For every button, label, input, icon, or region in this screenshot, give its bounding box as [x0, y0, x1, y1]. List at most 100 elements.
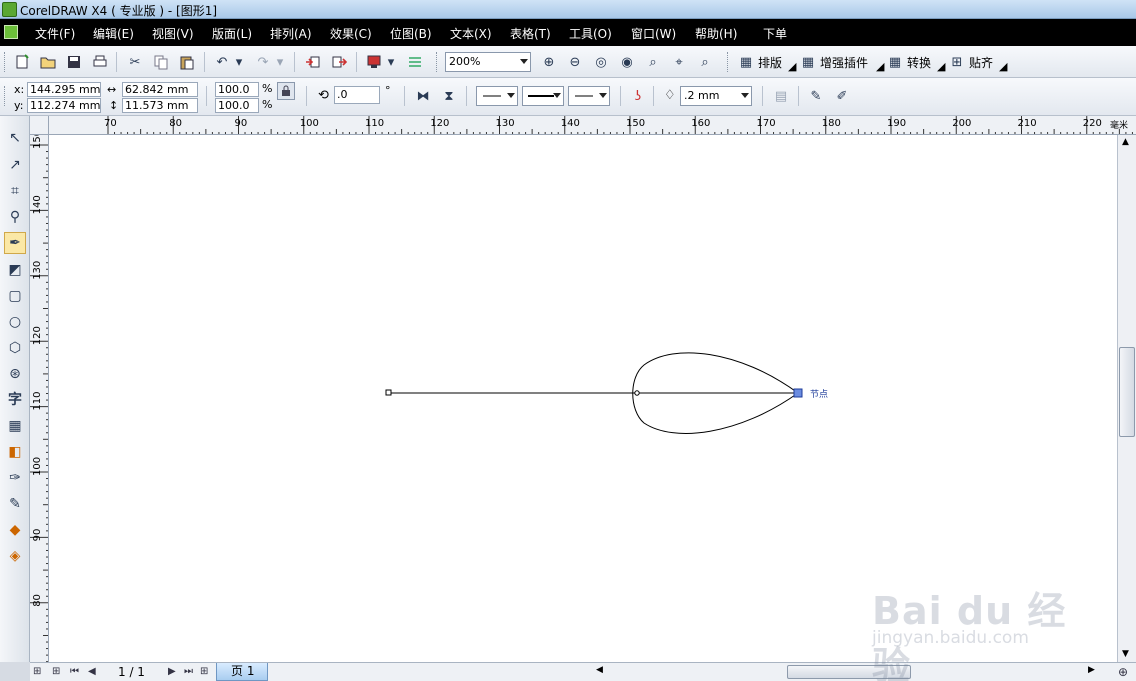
- vertical-scroll-thumb[interactable]: [1119, 347, 1135, 437]
- start-arrowhead-selector[interactable]: [476, 86, 518, 106]
- polygon-tool-icon[interactable]: ⬡: [4, 337, 26, 359]
- zoom-out-icon[interactable]: ⊖: [564, 51, 586, 73]
- scale-y-field[interactable]: 100.0: [215, 98, 259, 113]
- plugin-enhance-label[interactable]: 增强插件: [820, 54, 868, 71]
- toolbar-grip[interactable]: [4, 52, 7, 72]
- scale-x-field[interactable]: 100.0: [215, 82, 259, 97]
- shape-tool-icon[interactable]: ↗: [4, 154, 26, 176]
- menu-view[interactable]: 视图(V): [152, 25, 194, 42]
- zoom-level-combo[interactable]: 200%: [445, 52, 531, 72]
- snap-plugin-icon[interactable]: ⊞: [946, 51, 968, 73]
- options-icon[interactable]: [404, 51, 426, 73]
- zoom-in-icon[interactable]: ⊕: [538, 51, 560, 73]
- y-position-field[interactable]: 112.274 mm: [27, 98, 101, 113]
- layout-plugin-icon[interactable]: ▦: [735, 51, 757, 73]
- chevron-down-icon[interactable]: ◢: [788, 60, 796, 73]
- save-icon[interactable]: [63, 51, 85, 73]
- drawing-canvas[interactable]: 节点: [49, 135, 1117, 662]
- copy-icon[interactable]: [150, 51, 172, 73]
- menu-text[interactable]: 文本(X): [450, 25, 492, 42]
- table-tool-icon[interactable]: ▦: [4, 415, 26, 437]
- freehand-smoothing-icon[interactable]: ✐: [831, 85, 853, 107]
- add-page-after-icon[interactable]: ⊞: [200, 666, 208, 677]
- ellipse-tool-icon[interactable]: ○: [4, 311, 26, 333]
- vertical-ruler[interactable]: 150 140 130 120 110 100 90 80: [30, 135, 49, 662]
- last-page-icon[interactable]: ⏭: [184, 666, 193, 677]
- menu-layout[interactable]: 版面(L): [212, 25, 252, 42]
- pick-tool-icon[interactable]: ↖: [4, 127, 26, 149]
- height-field[interactable]: 11.573 mm: [122, 98, 198, 113]
- next-page-icon[interactable]: ▶: [168, 666, 176, 677]
- start-node[interactable]: [385, 389, 392, 396]
- plugin-snap-label[interactable]: 贴齐: [969, 54, 993, 71]
- convert-plugin-icon[interactable]: ▦: [884, 51, 906, 73]
- application-launcher-icon[interactable]: [363, 51, 385, 73]
- end-node-snap[interactable]: [793, 388, 803, 398]
- zoom-tool-icon[interactable]: ⚲: [4, 206, 26, 228]
- horizontal-ruler[interactable]: 70 80 90 100 110 120 130 140 150 160 170 180 190 200 2…: [49, 116, 1136, 135]
- previous-page-icon[interactable]: ◀: [88, 666, 96, 677]
- zoom-page-icon[interactable]: ⌕: [642, 51, 664, 73]
- rotation-angle-field[interactable]: .0: [334, 86, 380, 104]
- fill-tool-icon[interactable]: ◆: [4, 519, 26, 541]
- mirror-horizontal-icon[interactable]: ⧓: [412, 85, 434, 107]
- mirror-vertical-icon[interactable]: ⧗: [438, 85, 460, 107]
- menu-edit[interactable]: 编辑(E): [93, 25, 134, 42]
- menu-effects[interactable]: 效果(C): [330, 25, 372, 42]
- menu-tools[interactable]: 工具(O): [569, 25, 612, 42]
- menu-table[interactable]: 表格(T): [510, 25, 551, 42]
- zoom-all-objects-icon[interactable]: ◉: [616, 51, 638, 73]
- auto-close-curve-icon[interactable]: ✎: [805, 85, 827, 107]
- menu-bitmaps[interactable]: 位图(B): [390, 25, 432, 42]
- menu-window[interactable]: 窗口(W): [631, 25, 676, 42]
- rectangle-tool-icon[interactable]: ▢: [4, 285, 26, 307]
- scroll-left-icon[interactable]: ◀: [596, 665, 603, 675]
- text-tool-icon[interactable]: 字: [4, 388, 26, 410]
- chevron-down-icon[interactable]: ◢: [999, 60, 1007, 73]
- undo-dropdown-icon[interactable]: ▾: [233, 51, 245, 73]
- menu-arrange[interactable]: 排列(A): [270, 25, 312, 42]
- ruler-origin[interactable]: [30, 116, 49, 135]
- wrap-text-icon[interactable]: ʖ: [627, 85, 649, 107]
- redo-icon[interactable]: ↷: [252, 51, 274, 73]
- first-page-icon[interactable]: ⏮: [70, 666, 79, 677]
- end-arrowhead-selector[interactable]: [568, 86, 610, 106]
- mid-node[interactable]: [634, 390, 640, 396]
- redo-dropdown-icon[interactable]: ▾: [274, 51, 286, 73]
- menu-order[interactable]: 下单: [763, 25, 787, 42]
- chevron-down-icon[interactable]: ◢: [937, 60, 945, 73]
- document-icon[interactable]: [4, 25, 18, 39]
- vertical-scrollbar[interactable]: ▲ ▼: [1117, 135, 1136, 662]
- line-style-selector[interactable]: [522, 86, 564, 106]
- lock-ratio-icon[interactable]: [277, 82, 295, 100]
- width-field[interactable]: 62.842 mm: [122, 82, 198, 97]
- bezier-tool-icon[interactable]: ✒: [4, 232, 26, 254]
- open-folder-icon[interactable]: [37, 51, 59, 73]
- scroll-right-icon[interactable]: ▶: [1088, 665, 1095, 675]
- print-icon[interactable]: [89, 51, 111, 73]
- menu-file[interactable]: 文件(F): [35, 25, 75, 42]
- text-wrap-icon[interactable]: ▤: [770, 85, 792, 107]
- menu-help[interactable]: 帮助(H): [695, 25, 737, 42]
- cut-icon[interactable]: ✂: [124, 51, 146, 73]
- enhance-plugin-icon[interactable]: ▦: [797, 51, 819, 73]
- eyedropper-tool-icon[interactable]: ✑: [4, 467, 26, 489]
- import-icon[interactable]: [302, 51, 324, 73]
- zoom-page-height-icon[interactable]: ⌕: [694, 51, 716, 73]
- crop-tool-icon[interactable]: ⌗: [4, 180, 26, 202]
- page-tab-1[interactable]: 页 1: [216, 663, 268, 681]
- new-document-icon[interactable]: [11, 51, 33, 73]
- scroll-down-icon[interactable]: ▼: [1122, 649, 1129, 659]
- paste-icon[interactable]: [176, 51, 198, 73]
- x-position-field[interactable]: 144.295 mm: [27, 82, 101, 97]
- zoom-selected-icon[interactable]: ◎: [590, 51, 612, 73]
- navigator-zoom-icon[interactable]: ⊕: [1118, 665, 1128, 679]
- basic-shapes-tool-icon[interactable]: ⊛: [4, 363, 26, 385]
- horizontal-scroll-thumb[interactable]: [787, 665, 911, 679]
- smart-fill-tool-icon[interactable]: ◩: [4, 259, 26, 281]
- scroll-up-icon[interactable]: ▲: [1122, 137, 1129, 147]
- export-icon[interactable]: [328, 51, 350, 73]
- interactive-fill-tool-icon[interactable]: ◈: [4, 545, 26, 567]
- zoom-page-width-icon[interactable]: ⌖: [668, 51, 690, 73]
- plugin-layout-label[interactable]: 排版: [758, 54, 782, 71]
